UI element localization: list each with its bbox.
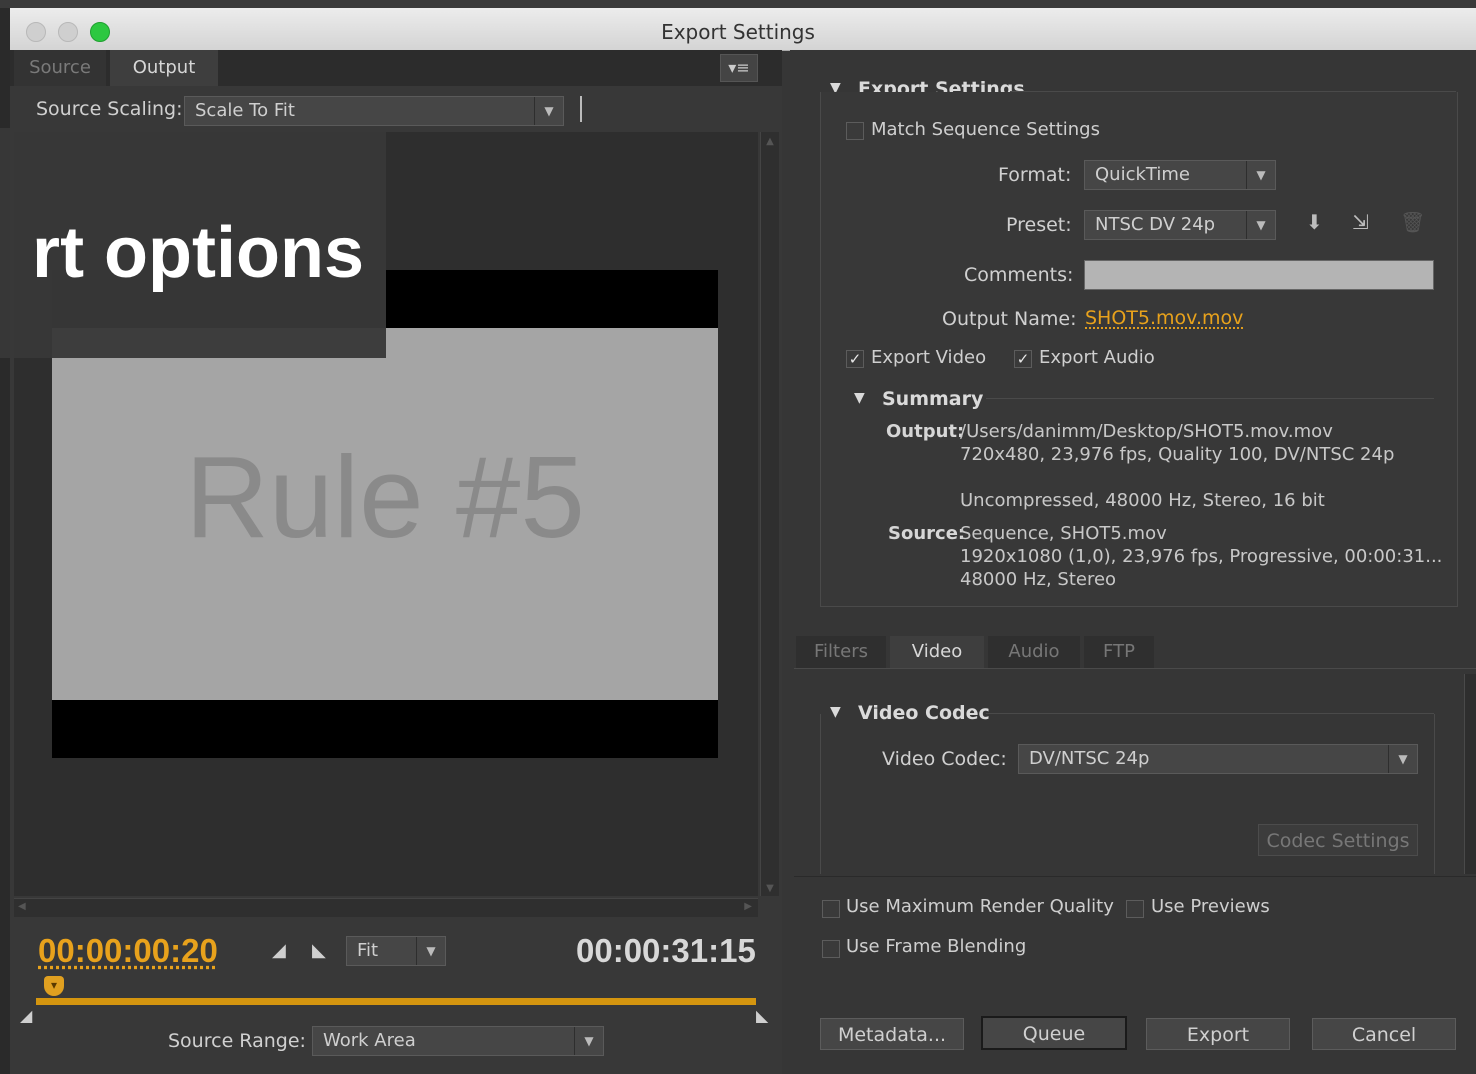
match-sequence-label: Match Sequence Settings [871,119,1100,140]
delete-preset-icon[interactable]: 🗑 [1400,210,1425,234]
comments-input[interactable] [1084,260,1434,290]
output-name-link[interactable]: SHOT5.mov.mov [1085,307,1243,329]
video-codec-heading[interactable]: Video Codec [858,702,990,724]
comments-label: Comments: [964,264,1074,286]
metadata-button[interactable]: Metadata... [820,1018,964,1050]
divider [794,876,1476,877]
divider [1010,91,1456,92]
vertical-scrollbar[interactable]: ▲ ▼ [760,132,779,896]
set-out-point-icon[interactable]: ◣ [312,940,326,961]
tab-output[interactable]: Output [110,50,218,86]
divider [820,714,821,874]
summary-output-path: /Users/danimm/Desktop/SHOT5.mov.mov [960,421,1333,442]
tab-filters[interactable]: Filters [796,636,886,668]
use-previews-label: Use Previews [1151,896,1270,917]
divider [986,398,1434,399]
video-codec-dropdown[interactable]: DV/NTSC 24p ▼ [1018,744,1418,774]
tab-audio[interactable]: Audio [988,636,1080,668]
preview-frame-text: Rule #5 [185,432,585,562]
collapse-triangle-icon[interactable]: ▼ [854,390,865,406]
preset-label: Preset: [1006,214,1072,236]
caption-overlay-text: rt options [32,213,364,293]
export-button[interactable]: Export [1146,1018,1290,1050]
divider [986,713,1434,714]
tab-ftp[interactable]: FTP [1084,636,1154,668]
export-video-label: Export Video [871,347,987,368]
chevron-down-icon: ▼ [534,97,563,125]
zoom-level-dropdown[interactable]: Fit ▼ [346,936,446,966]
current-timecode[interactable]: 00:00:00:20 [38,932,218,970]
chevron-down-icon: ▼ [1388,745,1417,773]
divider [794,668,1476,669]
format-dropdown[interactable]: QuickTime ▼ [1084,160,1276,190]
chevron-down-icon: ▼ [574,1027,603,1055]
source-scaling-label: Source Scaling: [36,98,183,120]
codec-settings-button[interactable]: Codec Settings [1258,824,1418,856]
source-range-label: Source Range: [168,1030,306,1052]
summary-heading[interactable]: Summary [882,388,983,410]
export-audio-label: Export Audio [1039,347,1155,368]
frame-blending-checkbox[interactable] [822,940,840,958]
save-preset-icon[interactable]: ⬇ [1306,210,1323,234]
summary-source-name: Sequence, SHOT5.mov [960,523,1167,544]
settings-scrollbar[interactable] [1464,674,1476,874]
source-scaling-dropdown[interactable]: Scale To Fit ▼ [184,96,564,126]
chevron-down-icon: ▼ [1246,161,1275,189]
summary-source-label: Source: [888,523,966,544]
divider [1434,714,1435,874]
match-sequence-checkbox[interactable] [846,122,864,140]
tab-video[interactable]: Video [890,636,984,668]
format-value: QuickTime [1095,164,1190,185]
video-codec-label: Video Codec: [882,748,1007,770]
format-label: Format: [998,164,1072,186]
source-range-dropdown[interactable]: Work Area ▼ [312,1026,604,1056]
import-preset-icon[interactable]: ⇲ [1352,210,1369,234]
video-codec-value: DV/NTSC 24p [1029,748,1150,769]
duration-timecode: 00:00:31:15 [576,932,756,969]
summary-source-audio: 48000 Hz, Stereo [960,569,1117,590]
summary-source-video: 1920x1080 (1,0), 23,976 fps, Progressive… [960,546,1443,567]
playhead-handle[interactable]: ▾ [44,976,64,996]
source-range-value: Work Area [323,1030,416,1051]
timeline-work-area-bar[interactable] [36,998,756,1005]
chevron-down-icon: ▼ [416,937,445,965]
use-previews-checkbox[interactable] [1126,900,1144,918]
max-render-quality-checkbox[interactable] [822,900,840,918]
in-point-marker-icon[interactable]: ◢ [20,1006,32,1025]
summary-output-video: 720x480, 23,976 fps, Quality 100, DV/NTS… [960,444,1395,465]
chevron-down-icon: ▼ [1246,211,1275,239]
summary-output-audio: Uncompressed, 48000 Hz, Stereo, 16 bit [960,490,1325,511]
frame-blending-label: Use Frame Blending [846,936,1027,957]
output-name-label: Output Name: [942,308,1077,330]
preset-dropdown[interactable]: NTSC DV 24p ▼ [1084,210,1276,240]
preset-value: NTSC DV 24p [1095,214,1216,235]
max-render-quality-label: Use Maximum Render Quality [846,896,1114,917]
window-title: Export Settings [661,20,815,44]
export-audio-checkbox[interactable]: ✓ [1014,350,1032,368]
horizontal-scrollbar[interactable]: ◀ ▶ [14,898,758,917]
summary-output-label: Output: [886,421,965,442]
divider [580,96,582,122]
zoom-level-value: Fit [357,940,379,961]
set-in-point-icon[interactable]: ◢ [272,940,286,961]
panel-menu-icon[interactable]: ▾≡ [720,54,758,82]
tab-source[interactable]: Source [14,50,106,86]
cancel-button[interactable]: Cancel [1312,1018,1456,1050]
desktop-background [0,0,1476,8]
queue-button[interactable]: Queue [981,1016,1127,1050]
out-point-marker-icon[interactable]: ◣ [756,1006,768,1025]
export-video-checkbox[interactable]: ✓ [846,350,864,368]
source-scaling-value: Scale To Fit [195,100,295,121]
collapse-triangle-icon[interactable]: ▼ [830,704,841,720]
